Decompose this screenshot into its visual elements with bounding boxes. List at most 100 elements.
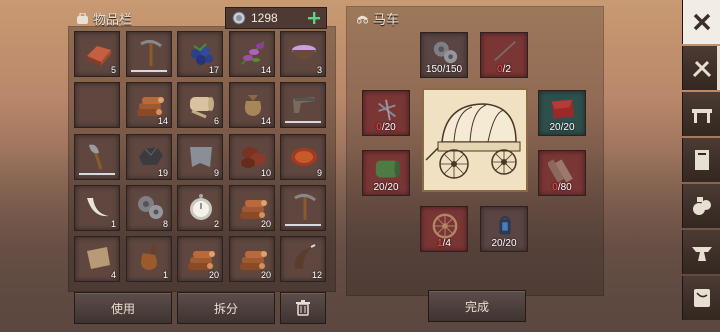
trash-icon (296, 300, 310, 316)
sidebar-anvil-button[interactable] (682, 230, 720, 274)
inventory-slot-fang[interactable]: 1 (74, 185, 120, 231)
inventory-slot-herbs[interactable]: 14 (229, 31, 275, 77)
inventory-slot-leather-scrap[interactable]: 4 (74, 236, 120, 282)
have-count: 20 (491, 238, 503, 249)
item-count: 3 (316, 65, 322, 75)
inventory-slot-copper-ingot[interactable]: 5 (74, 31, 120, 77)
item-count: 9 (316, 168, 322, 178)
axe-icon (89, 144, 103, 170)
cloth-roll-icon (190, 97, 214, 119)
rod-slot[interactable]: 0/2 (480, 32, 528, 78)
inventory-slot-sack[interactable]: 14 (229, 82, 275, 128)
inventory-slot-pocket-watch[interactable]: 2 (177, 185, 223, 231)
rod-icon (494, 41, 516, 62)
item-count: 4 (110, 270, 116, 280)
item-count: 14 (260, 116, 271, 126)
logs-icon (240, 200, 267, 219)
fang-icon (87, 198, 109, 217)
split-button[interactable]: 拆分 (177, 292, 275, 324)
wagon-icon (356, 15, 369, 24)
inventory-slot-meat[interactable]: 10 (229, 134, 275, 180)
coin-count: 1298 (251, 11, 278, 25)
blueberries-icon (191, 43, 213, 65)
red-leather-icon (551, 99, 575, 119)
item-count: 2 (213, 219, 219, 229)
need-count: /20 (381, 122, 396, 133)
cloth-slot[interactable]: 20/20 (362, 150, 410, 196)
sack-icon (244, 95, 262, 116)
inventory-slot-blueberries[interactable]: 17 (177, 31, 223, 77)
requirement-count: 20/20 (363, 182, 409, 193)
close-icon (693, 13, 711, 31)
sidebar-workbench-button[interactable] (682, 92, 720, 136)
inventory-slot-logs[interactable]: 20 (229, 236, 275, 282)
steak-icon (291, 148, 317, 166)
wagon-title: 马车 (356, 9, 399, 28)
sidebar-craft-hammer-button[interactable] (682, 46, 720, 90)
need-count: /20 (502, 238, 517, 249)
lantern-slot[interactable]: 20/20 (480, 206, 528, 252)
inventory-slot-logs[interactable]: 20 (177, 236, 223, 282)
need-count: /2 (502, 64, 511, 75)
use-button[interactable]: 使用 (74, 292, 172, 324)
discard-button[interactable] (280, 292, 326, 324)
pickaxe-icon (140, 39, 162, 66)
sidebar-close-button[interactable] (682, 0, 720, 44)
red-leather-slot[interactable]: 20/20 (538, 90, 586, 136)
inventory-slot-logs[interactable]: 14 (126, 82, 172, 128)
pistol-icon (293, 97, 315, 113)
durability-bar (131, 70, 167, 72)
sidebar-pouch-button[interactable] (682, 184, 720, 228)
item-count: 14 (157, 116, 168, 126)
inventory-slot-steak[interactable]: 9 (280, 134, 326, 180)
inventory-slot-waterskin[interactable]: 1 (126, 236, 172, 282)
inventory-slot-empty[interactable] (74, 82, 120, 128)
need-count: /20 (560, 122, 575, 133)
inventory-slot-logs[interactable]: 20 (229, 185, 275, 231)
gears-slot[interactable]: 150/150 (420, 32, 468, 78)
item-count: 17 (208, 65, 219, 75)
complete-button[interactable]: 完成 (428, 290, 526, 322)
coin-icon (232, 11, 246, 25)
leather-scrap-icon (87, 247, 110, 269)
map-icon (694, 289, 710, 307)
add-coins-icon[interactable] (308, 12, 320, 24)
item-count: 20 (208, 270, 219, 280)
wagon-title-text: 马车 (373, 12, 400, 27)
requirement-count: 20/20 (539, 122, 585, 133)
inventory-slot-axe[interactable] (74, 134, 120, 180)
inventory-slot-pickaxe[interactable] (280, 185, 326, 231)
requirement-count: 20/20 (481, 238, 527, 249)
need-count: /20 (384, 182, 399, 193)
inventory-slot-claw[interactable]: 12 (280, 236, 326, 282)
cloth-icon (375, 160, 401, 178)
item-count: 19 (157, 168, 168, 178)
game-screen: 物品栏 1298 5 17 14 3 14 6 14 19 9 10 9 1 8 2 20 4 1 20 20 12 … (0, 0, 720, 332)
sidebar-scroll-button[interactable] (682, 138, 720, 182)
durability-bar (285, 121, 321, 123)
inventory-slot-cloth-roll[interactable]: 6 (177, 82, 223, 128)
durability-bar (79, 173, 115, 175)
coal-icon (139, 146, 163, 165)
hide-icon (190, 147, 212, 167)
item-count: 8 (162, 219, 168, 229)
inventory-slot-coal[interactable]: 19 (126, 134, 172, 180)
item-count: 1 (162, 270, 168, 280)
nails-slot[interactable]: 0/20 (362, 90, 410, 136)
planks-slot[interactable]: 0/80 (538, 150, 586, 196)
durability-bar (285, 224, 321, 226)
have-count: 150 (425, 64, 443, 75)
covered-wagon-icon (425, 103, 521, 179)
inventory-slot-mortar-bowl[interactable]: 3 (280, 31, 326, 77)
wheel-slot[interactable]: 1/4 (420, 206, 468, 252)
logs-icon (137, 97, 164, 116)
inventory-slot-gears[interactable]: 8 (126, 185, 172, 231)
bag-icon (77, 13, 88, 24)
sidebar-map-button[interactable] (682, 276, 720, 320)
lantern-icon (499, 215, 511, 235)
inventory-slot-hide[interactable]: 9 (177, 134, 223, 180)
item-count: 1 (110, 219, 116, 229)
inventory-slot-pistol[interactable] (280, 82, 326, 128)
inventory-slot-pickaxe[interactable] (126, 31, 172, 77)
nails-icon (378, 99, 396, 121)
